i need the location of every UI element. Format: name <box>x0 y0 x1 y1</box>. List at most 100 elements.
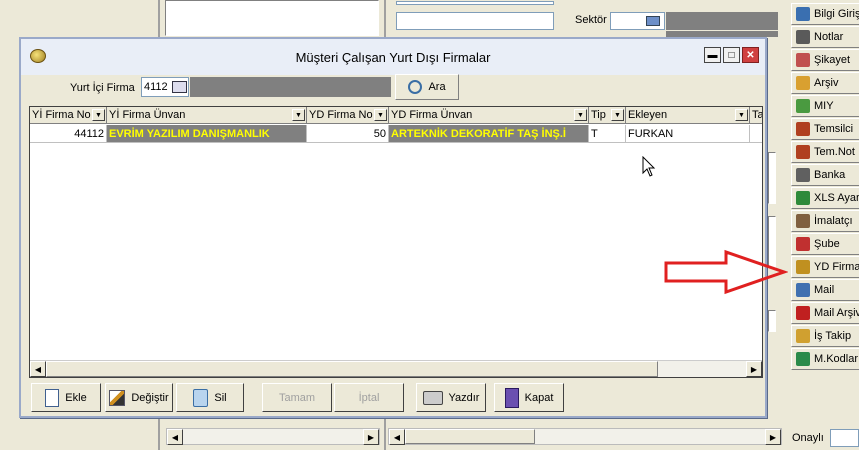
search-button[interactable]: Ara <box>395 74 459 100</box>
scroll-right-icon[interactable]: ▶ <box>746 361 762 377</box>
dropdown-arrow-icon[interactable]: ▼ <box>735 109 748 121</box>
cell-yd-unvan: ARTEKNİK DEKORATİF TAŞ İNŞ.İ <box>389 125 589 143</box>
right-panel-button[interactable]: Temsilci <box>791 118 859 140</box>
right-panel-button-label: Banka <box>814 169 846 181</box>
info-book-icon <box>796 7 810 21</box>
right-panel-button[interactable]: Mail <box>791 279 859 301</box>
add-button[interactable]: Ekle <box>31 383 101 412</box>
col-header-yd-no[interactable]: YD Firma No ▼ <box>307 107 389 124</box>
complaint-icon <box>796 53 810 67</box>
col-header-ta[interactable]: Ta <box>750 107 762 124</box>
sektor-label: Sektör <box>575 14 607 26</box>
search-button-label: Ara <box>428 81 446 93</box>
yurt-ici-firma-label: Yurt İçi Firma <box>70 82 135 94</box>
scroll-left-icon[interactable]: ◀ <box>167 429 183 445</box>
notes-icon <box>796 30 810 44</box>
printer-icon <box>422 390 443 405</box>
scroll-left-icon[interactable]: ◀ <box>30 361 46 377</box>
cell-ekleyen: FURKAN <box>626 125 750 143</box>
right-panel-button[interactable]: Notlar <box>791 26 859 48</box>
right-panel-button-label: XLS Ayar <box>814 192 859 204</box>
close-button[interactable]: Kapat <box>494 383 564 412</box>
cell-yd-no: 50 <box>307 125 389 143</box>
dropdown-arrow-icon[interactable]: ▼ <box>611 109 624 121</box>
col-header-yi-no[interactable]: Yİ Firma No ▼ <box>30 107 107 124</box>
onayli-field[interactable] <box>830 429 859 447</box>
scroll-thumb[interactable] <box>46 361 658 377</box>
foreign-company-icon <box>796 260 810 274</box>
col-header-tip[interactable]: Tip ▼ <box>589 107 626 124</box>
close-icon[interactable]: ✕ <box>742 47 759 63</box>
right-panel-button-label: MIY <box>814 100 834 112</box>
background-field-1[interactable] <box>396 12 554 30</box>
sektor-lookup-icon[interactable] <box>646 16 660 26</box>
ok-button[interactable]: Tamam <box>262 383 332 412</box>
right-panel-button[interactable]: MIY <box>791 95 859 117</box>
calendar-lookup-icon[interactable] <box>172 81 187 93</box>
right-panel-button-label: Notlar <box>814 31 844 43</box>
task-tracking-icon <box>796 329 810 343</box>
background-hscrollbar-left[interactable]: ◀ ▶ <box>166 428 380 445</box>
exit-door-icon <box>504 387 519 408</box>
yurt-ici-firma-name <box>190 77 391 97</box>
grid-hscrollbar[interactable]: ◀ ▶ <box>30 360 762 377</box>
scroll-left-icon[interactable]: ◀ <box>389 429 405 445</box>
edit-button[interactable]: Değiştir <box>105 383 173 412</box>
col-header-yd-unvan[interactable]: YD Firma Ünvan ▼ <box>389 107 589 124</box>
right-panel-button[interactable]: Şikayet <box>791 49 859 71</box>
background-hscrollbar-right[interactable]: ◀ ▶ <box>388 428 782 445</box>
cancel-button[interactable]: İptal <box>334 383 404 412</box>
right-panel-button[interactable]: YD Firma <box>791 256 859 278</box>
background-side-box-1 <box>768 152 776 204</box>
dialog-window: Müşteri Çalışan Yurt Dışı Firmalar ▬ □ ✕… <box>19 37 767 418</box>
right-panel-button-label: Arşiv <box>814 77 839 89</box>
dialog-titlebar[interactable]: Müşteri Çalışan Yurt Dışı Firmalar ▬ □ ✕ <box>21 39 765 75</box>
right-panel-button[interactable]: Mail Arşiv <box>791 302 859 324</box>
rep-note-icon <box>796 145 810 159</box>
right-panel-button[interactable]: M.Kodlar <box>791 348 859 370</box>
background-list-panel <box>165 0 379 36</box>
right-panel-button[interactable]: Tem.Not <box>791 141 859 163</box>
yurt-ici-firma-input[interactable]: 4112 <box>141 77 189 97</box>
right-panel-button[interactable]: Arşiv <box>791 72 859 94</box>
mouse-cursor-icon <box>642 156 656 177</box>
right-panel-button[interactable]: İmalatçı <box>791 210 859 232</box>
maximize-icon[interactable]: □ <box>723 47 740 63</box>
print-button[interactable]: Yazdır <box>416 383 486 412</box>
scroll-right-icon[interactable]: ▶ <box>363 429 379 445</box>
minimize-icon[interactable]: ▬ <box>704 47 721 63</box>
manufacturer-icon <box>796 214 810 228</box>
delete-button[interactable]: Sil <box>176 383 244 412</box>
mail-icon <box>796 283 810 297</box>
right-panel-button-label: Temsilci <box>814 123 854 135</box>
right-panel-button-label: M.Kodlar <box>814 353 859 365</box>
background-side-box-3 <box>768 310 776 332</box>
right-panel-button-label: İmalatçı <box>814 215 853 227</box>
representative-icon <box>796 122 810 136</box>
right-panel-button-label: Bilgi Girişi <box>814 8 859 20</box>
col-header-yi-unvan[interactable]: Yİ Firma Ünvan ▼ <box>107 107 307 124</box>
dropdown-arrow-icon[interactable]: ▼ <box>374 109 387 121</box>
red-arrow-annotation <box>664 249 788 295</box>
right-panel-button[interactable]: Bilgi Girişi <box>791 3 859 25</box>
magnifier-icon <box>408 80 423 94</box>
sektor-field[interactable] <box>610 12 665 30</box>
right-panel-button[interactable]: Şube <box>791 233 859 255</box>
arrow-shape <box>664 249 788 295</box>
scroll-thumb[interactable] <box>405 429 535 444</box>
xls-icon <box>796 191 810 205</box>
right-panel-button[interactable]: İş Takip <box>791 325 859 347</box>
background-field-2[interactable] <box>396 1 554 5</box>
recycle-bin-icon <box>193 388 209 407</box>
dropdown-arrow-icon[interactable]: ▼ <box>574 109 587 121</box>
dropdown-arrow-icon[interactable]: ▼ <box>92 109 105 121</box>
scroll-right-icon[interactable]: ▶ <box>765 429 781 445</box>
right-panel-button[interactable]: Banka <box>791 164 859 186</box>
col-header-ekleyen[interactable]: Ekleyen ▼ <box>626 107 750 124</box>
dropdown-arrow-icon[interactable]: ▼ <box>292 109 305 121</box>
right-panel-button-label: Şube <box>814 238 840 250</box>
right-panel-button[interactable]: XLS Ayar <box>791 187 859 209</box>
data-grid[interactable]: Yİ Firma No ▼ Yİ Firma Ünvan ▼ YD Firma No… <box>29 106 763 378</box>
cell-yi-unvan: EVRİM YAZILIM DANIŞMANLIK <box>107 125 307 143</box>
right-panel-button-label: Mail <box>814 284 835 296</box>
